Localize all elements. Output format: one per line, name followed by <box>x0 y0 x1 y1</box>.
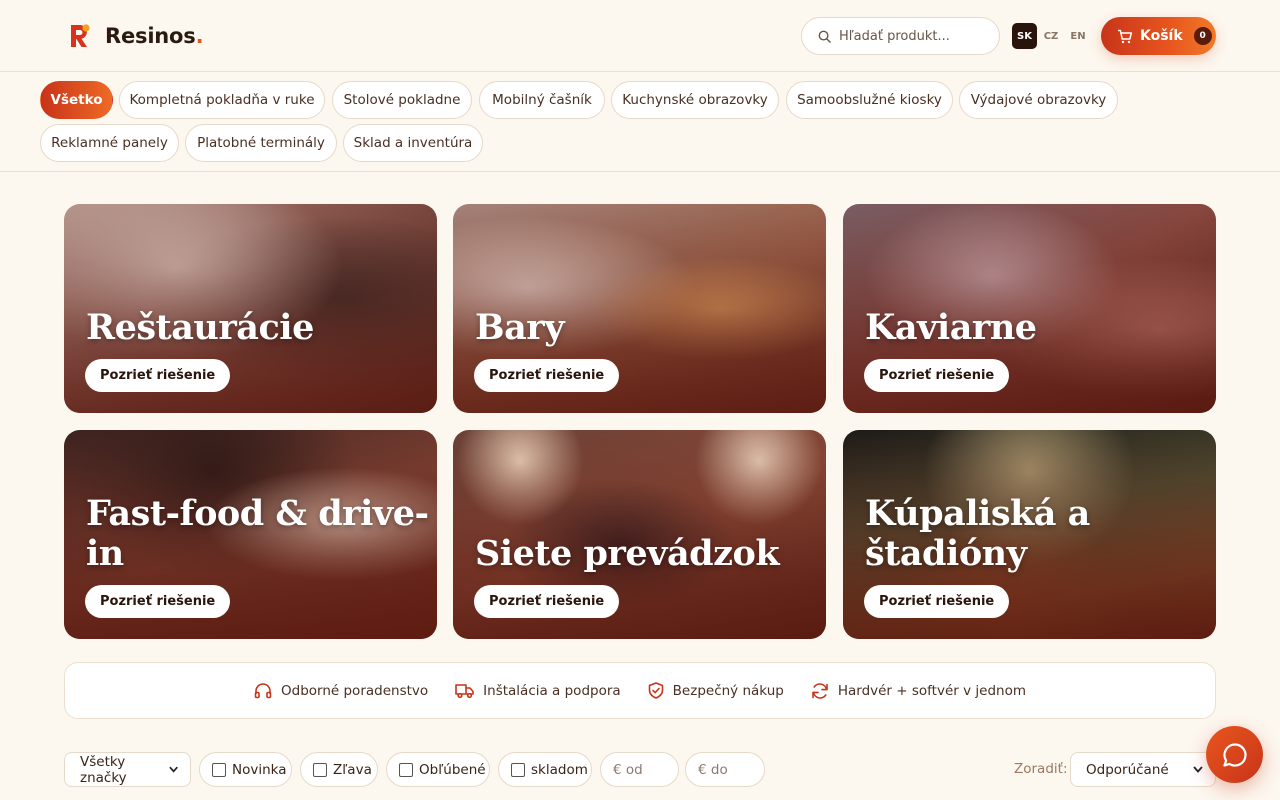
lang-sk[interactable]: SK <box>1012 23 1037 49</box>
category-pill[interactable]: Sklad a inventúra <box>343 124 483 162</box>
price-from-input[interactable]: € od <box>600 752 679 787</box>
view-solution-button[interactable]: Pozrieť riešenie <box>85 359 231 392</box>
view-solution-button[interactable]: Pozrieť riešenie <box>85 585 231 618</box>
solution-card-cafes[interactable]: Kaviarne Pozrieť riešenie <box>843 204 1216 413</box>
checkbox[interactable] <box>511 762 525 777</box>
category-pill[interactable]: Výdajové obrazovky <box>959 81 1118 119</box>
cart-label: Košík <box>1140 28 1183 44</box>
benefit-label: Inštalácia a podpora <box>483 682 621 699</box>
headphones-icon <box>254 682 272 698</box>
card-title: Fast-food & drive-in <box>86 493 429 574</box>
card-title: Reštaurácie <box>86 307 314 348</box>
benefit-item: Bezpečný nákup <box>648 682 784 699</box>
solution-card-stadiums[interactable]: Kúpaliská a štadióny Pozrieť riešenie <box>843 430 1216 639</box>
category-pill[interactable]: Mobilný čašník <box>479 81 605 119</box>
category-pill[interactable]: Reklamné panely <box>40 124 179 162</box>
cart-button[interactable]: Košík 0 <box>1101 17 1216 55</box>
price-to-input[interactable]: € do <box>685 752 765 787</box>
logo-icon <box>67 22 93 50</box>
site-header: Resinos. SK CZ EN Košík 0 <box>0 0 1280 72</box>
brand-logo[interactable]: Resinos. <box>67 22 204 50</box>
card-title: Siete prevádzok <box>475 533 780 574</box>
filter-new[interactable]: Novinka <box>199 752 292 787</box>
refresh-icon <box>812 682 828 699</box>
chat-button[interactable] <box>1206 726 1263 783</box>
filter-discount[interactable]: Zľava <box>300 752 378 787</box>
sort-select-value: Odporúčané <box>1086 761 1169 778</box>
brand-select-value: Všetky značky <box>80 753 127 786</box>
benefit-item: Odborné poradenstvo <box>254 683 428 699</box>
benefit-item: Inštalácia a podpora <box>455 683 621 699</box>
brand-select[interactable]: Všetky značky <box>64 752 191 787</box>
view-solution-button[interactable]: Pozrieť riešenie <box>474 585 620 618</box>
benefit-label: Odborné poradenstvo <box>281 682 429 699</box>
category-pill[interactable]: Stolové pokladne <box>332 81 472 119</box>
category-filter-bar: Všetko Kompletná pokladňa v ruke Stolové… <box>0 73 1280 172</box>
lang-cz[interactable]: CZ <box>1042 23 1060 49</box>
benefits-bar: Odborné poradenstvo Inštalácia a podpora… <box>64 662 1216 719</box>
solution-card-bars[interactable]: Bary Pozrieť riešenie <box>453 204 826 413</box>
solution-card-fastfood[interactable]: Fast-food & drive-in Pozrieť riešenie <box>64 430 437 639</box>
card-title: Kaviarne <box>865 307 1037 348</box>
solution-card-chains[interactable]: Siete prevádzok Pozrieť riešenie <box>453 430 826 639</box>
chevron-down-icon <box>169 766 178 773</box>
view-solution-button[interactable]: Pozrieť riešenie <box>474 359 620 392</box>
sort-select[interactable]: Odporúčané <box>1070 752 1216 787</box>
truck-icon <box>455 684 474 698</box>
search-icon <box>818 30 831 43</box>
card-title: Kúpaliská a štadióny <box>865 493 1090 574</box>
chat-icon <box>1222 742 1247 767</box>
checkbox[interactable] <box>212 762 226 777</box>
search-input[interactable] <box>839 28 979 44</box>
sort-label: Zoradiť: <box>1014 761 1068 777</box>
card-title: Bary <box>475 307 565 348</box>
category-pill[interactable]: Samoobslužné kiosky <box>786 81 953 119</box>
category-pill[interactable]: Kuchynské obrazovky <box>611 81 779 119</box>
checkbox-label: Zľava <box>333 761 372 778</box>
cart-count-badge: 0 <box>1193 27 1212 45</box>
checkbox[interactable] <box>399 762 413 777</box>
benefit-label: Bezpečný nákup <box>672 682 784 699</box>
filter-favorite[interactable]: Obľúbené <box>386 752 490 787</box>
category-pill[interactable]: Platobné terminály <box>185 124 337 162</box>
filter-in-stock[interactable]: skladom <box>498 752 592 787</box>
checkbox-label: skladom <box>531 761 588 778</box>
cart-icon <box>1118 29 1133 43</box>
chevron-down-icon <box>1193 766 1203 773</box>
solution-card-restaurants[interactable]: Reštaurácie Pozrieť riešenie <box>64 204 437 413</box>
view-solution-button[interactable]: Pozrieť riešenie <box>864 585 1010 618</box>
category-pill[interactable]: Kompletná pokladňa v ruke <box>119 81 325 119</box>
benefit-item: Hardvér + softvér v jednom <box>811 682 1026 700</box>
brand-name: Resinos. <box>105 24 204 48</box>
search-box[interactable] <box>801 17 1000 55</box>
checkbox[interactable] <box>313 762 327 777</box>
shield-check-icon <box>648 682 663 699</box>
benefit-label: Hardvér + softvér v jednom <box>837 682 1026 699</box>
category-pill-all[interactable]: Všetko <box>40 81 113 119</box>
view-solution-button[interactable]: Pozrieť riešenie <box>864 359 1010 392</box>
lang-en[interactable]: EN <box>1069 23 1087 49</box>
checkbox-label: Novinka <box>232 761 287 778</box>
checkbox-label: Obľúbené <box>419 761 486 778</box>
